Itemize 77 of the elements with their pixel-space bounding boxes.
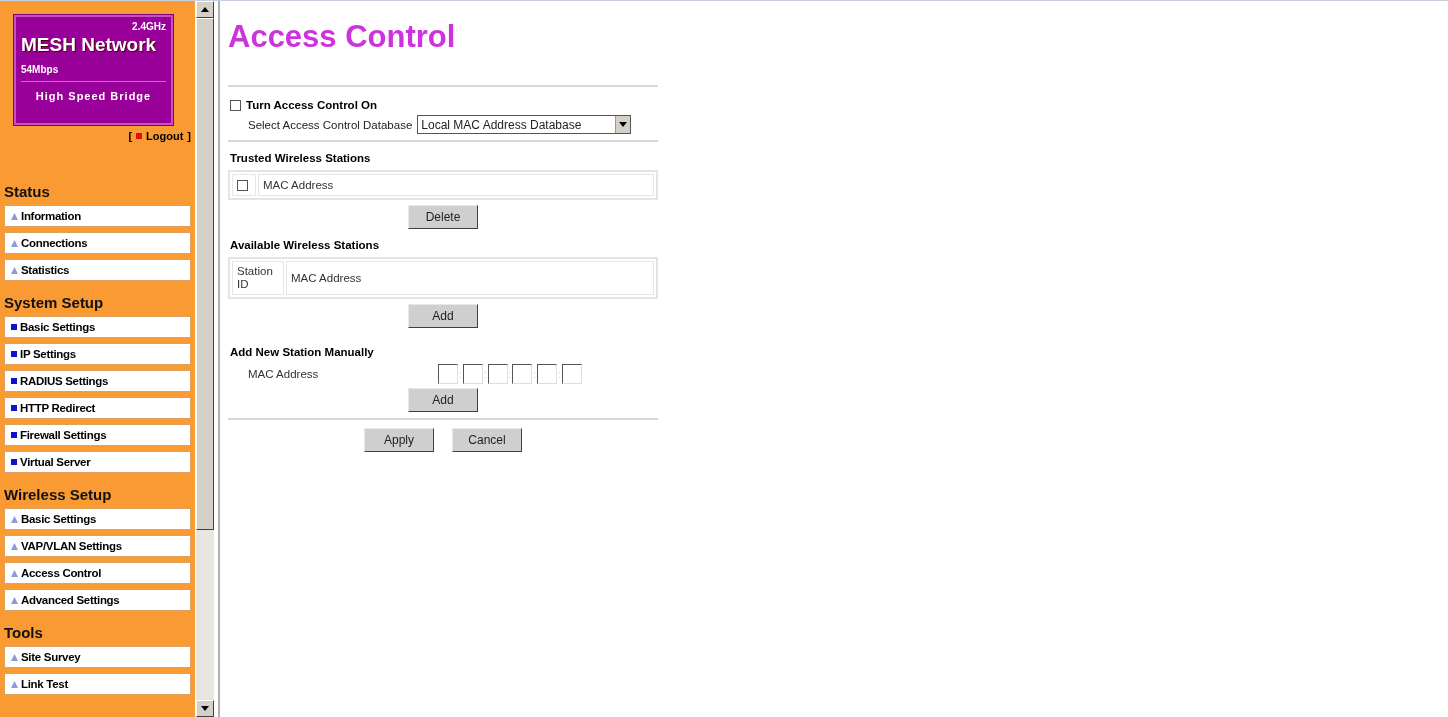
checkbox-label: Turn Access Control On [246, 99, 377, 111]
section-heading: Tools [4, 624, 44, 641]
mac-field[interactable] [462, 364, 483, 384]
add-button[interactable]: Add [408, 388, 478, 412]
bracket: [ [128, 130, 133, 142]
scroll-up-button[interactable] [196, 1, 214, 18]
triangle-bullet-icon [11, 515, 18, 523]
add-button[interactable]: Add [408, 304, 478, 328]
sidebar-item[interactable]: VAP/VLAN Settings [4, 535, 191, 557]
triangle-bullet-icon [11, 212, 18, 220]
logo-title: MESH Network [21, 34, 158, 56]
form-button[interactable]: Cancel [452, 428, 522, 452]
sidebar-item[interactable]: Basic Settings [4, 316, 191, 338]
speed-label: 54Mbps [21, 64, 166, 82]
scroll-thumb[interactable] [196, 18, 214, 530]
logo-subtitle: High Speed Bridge [34, 90, 153, 102]
separator: : [557, 368, 562, 380]
scroll-down-button[interactable] [196, 700, 214, 717]
separator: : [458, 368, 463, 380]
sidebar-item[interactable]: Information [4, 205, 191, 227]
mac-field[interactable] [512, 364, 533, 384]
section-heading: Available Wireless Stations [230, 239, 381, 251]
section-heading: Add New Station Manually [230, 346, 375, 358]
separator: : [507, 368, 513, 380]
square-bullet-icon [11, 405, 17, 411]
logout-link[interactable]: Logout [146, 130, 184, 142]
sidebar-item[interactable]: RADIUS Settings [4, 370, 191, 392]
mac-field[interactable] [487, 364, 508, 384]
sidebar-item[interactable]: Site Survey [4, 646, 191, 668]
square-bullet-icon [11, 351, 17, 357]
database-dropdown[interactable]: Local MAC Address Database [417, 115, 632, 134]
checkbox[interactable] [230, 99, 241, 111]
down-arrow-icon [201, 706, 209, 711]
section-heading: Wireless Setup [4, 486, 113, 503]
separator: : [532, 368, 538, 380]
triangle-bullet-icon [11, 680, 18, 688]
square-bullet-icon [11, 324, 17, 330]
delete-button[interactable]: Delete [408, 205, 478, 229]
bracket: ] [187, 130, 191, 142]
mac-field[interactable] [561, 364, 582, 384]
page-title: Access Control [228, 19, 457, 55]
column-header: MAC Address [258, 174, 654, 196]
sidebar-item[interactable]: HTTP Redirect [4, 397, 191, 419]
caret-icon [619, 122, 628, 127]
separator: : [482, 368, 488, 380]
sidebar-item[interactable]: Access Control [4, 562, 191, 584]
triangle-bullet-icon [11, 569, 18, 577]
frequency-label: 2.4GHz [132, 21, 166, 32]
column-header: Station ID [232, 261, 284, 295]
triangle-bullet-icon [11, 542, 18, 550]
form-button[interactable]: Apply [364, 428, 434, 452]
section-heading: System Setup [4, 294, 105, 311]
sidebar-item[interactable]: Virtual Server [4, 451, 191, 473]
triangle-bullet-icon [11, 266, 18, 274]
triangle-bullet-icon [11, 653, 18, 661]
sidebar-item[interactable]: IP Settings [4, 343, 191, 365]
select-all-checkbox[interactable] [237, 179, 248, 191]
sidebar-item[interactable]: Basic Settings [4, 508, 191, 530]
square-bullet-icon [11, 432, 17, 438]
up-arrow-icon [201, 7, 209, 12]
sidebar-item[interactable]: Link Test [4, 673, 191, 695]
mac-field[interactable] [438, 364, 458, 384]
logout-icon [136, 133, 143, 139]
field-label: Select Access Control Database [248, 118, 413, 131]
field-label: MAC Address [247, 368, 320, 380]
triangle-bullet-icon [11, 596, 18, 604]
sidebar-item[interactable]: Statistics [4, 259, 191, 281]
square-bullet-icon [11, 378, 17, 384]
triangle-bullet-icon [11, 239, 18, 247]
section-heading: Trusted Wireless Stations [230, 152, 372, 164]
column-header: MAC Address [286, 261, 654, 295]
section-heading: Status [4, 183, 51, 200]
sidebar-item[interactable]: Advanced Settings [4, 589, 191, 611]
square-bullet-icon [11, 459, 17, 465]
sidebar-item[interactable]: Connections [4, 232, 191, 254]
sidebar-item[interactable]: Firewall Settings [4, 424, 191, 446]
mac-field[interactable] [537, 364, 558, 384]
